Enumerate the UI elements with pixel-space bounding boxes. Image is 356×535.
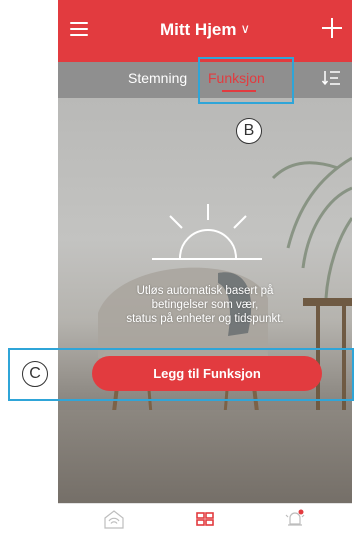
top-bar: Mitt Hjem ∨ [58,0,352,62]
bell-icon[interactable] [284,508,306,530]
callout-box-c [8,348,354,401]
callout-label-b: B [236,118,262,144]
sunrise-icon [152,204,262,260]
callout-label-c: C [22,361,48,387]
callout-box-b [198,57,294,104]
tab-stemning[interactable]: Stemning [128,70,187,86]
bottom-navigation [58,503,352,535]
sort-icon[interactable] [322,70,340,86]
page-title: Mitt Hjem [159,20,237,39]
home-selector[interactable]: Mitt Hjem ∨ [58,20,352,40]
plus-icon[interactable] [322,18,342,38]
grid-icon[interactable] [194,508,216,530]
home-icon[interactable] [103,508,125,530]
empty-state-description: Utløs automatisk basert på betingelser s… [126,285,284,325]
background-scene: Utløs automatisk basert på betingelser s… [58,98,352,503]
chevron-down-icon: ∨ [240,21,250,36]
floor [58,410,352,503]
